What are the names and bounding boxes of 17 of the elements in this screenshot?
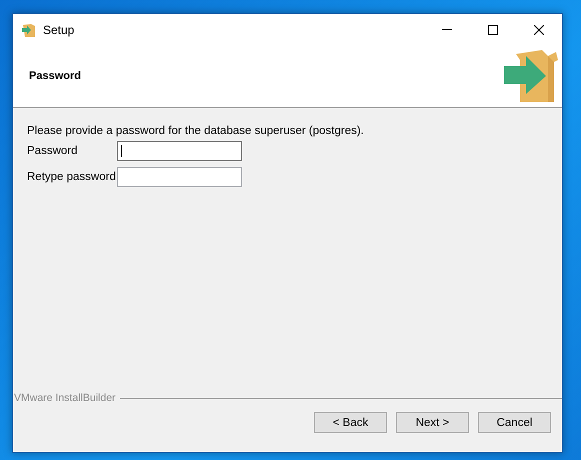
field-label: Password [27,145,78,157]
window-title: Setup [43,22,76,36]
maximize-icon [488,24,498,34]
branding-text: VMware InstallBuilder [14,392,116,404]
close-icon [534,24,544,34]
box-arrow-icon [21,22,37,38]
dialog-button[interactable]: < Back [314,412,387,433]
box-arrow-icon [502,48,558,104]
page-title: Password [29,70,81,82]
instruction-text: Please provide a password for the database superuser (postgres). [27,125,365,137]
password-field[interactable] [117,167,242,187]
password-field[interactable] [117,141,242,161]
dialog-button[interactable]: Next > [396,412,469,433]
field-label: Retype password [27,171,117,183]
dialog-button[interactable]: Cancel [478,412,551,433]
minimize-icon [442,29,452,30]
text-cursor [121,145,122,157]
